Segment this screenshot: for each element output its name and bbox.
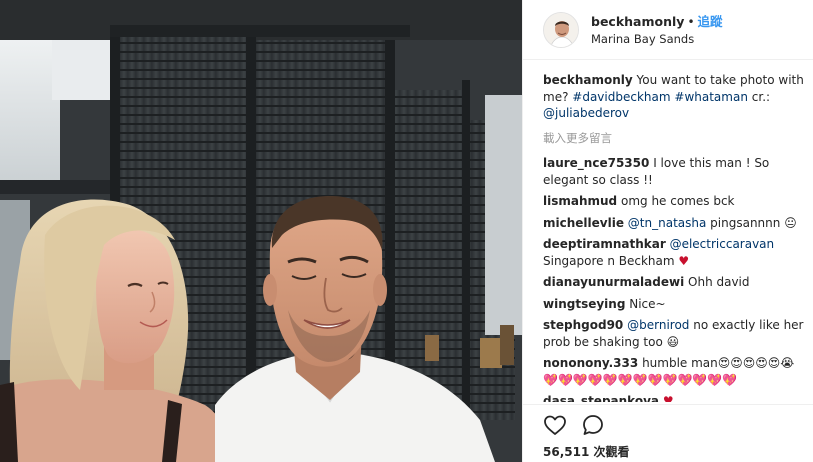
comment-bubble-icon[interactable]: [581, 413, 607, 439]
comment-item: dianayunurmaladewi Ohh david: [543, 274, 805, 291]
avatar-image: [544, 12, 578, 47]
comment-username[interactable]: nononony.333: [543, 356, 638, 370]
comment-text: omg he comes bck: [620, 194, 735, 208]
comment-item: nononony.333 humble man😍😍😍😍😍😭 💖💖💖💖💖💖💖💖💖💖…: [543, 355, 805, 388]
comment-item: michellevlie @tn_natasha pingsannnn 😐: [543, 215, 805, 232]
comment-username[interactable]: deeptiramnathkar: [543, 237, 666, 251]
comment-text: Singapore n Beckham: [543, 253, 675, 268]
comment-username[interactable]: lismahmud: [543, 194, 617, 208]
owner-username[interactable]: beckhamonly: [591, 14, 684, 29]
comment-text: pingsannnn 😐: [710, 215, 797, 230]
instagram-post-view: beckhamonly • 追蹤 Marina Bay Sands beckhamo…: [0, 0, 813, 462]
comment-username[interactable]: michellevlie: [543, 216, 624, 230]
comment-mention[interactable]: @electriccaravan: [670, 237, 775, 251]
heart-emoji-icon: ♥: [678, 253, 690, 268]
comment-item: stephgod90 @bernirod no exactly like her…: [543, 317, 805, 350]
view-count[interactable]: 56,511 次觀看: [543, 443, 630, 460]
caption-username[interactable]: beckhamonly: [543, 73, 633, 87]
comment-item: lismahmud omg he comes bck: [543, 193, 805, 210]
hearts-emoji-icon: 💖💖💖💖💖💖💖💖💖💖💖💖💖: [543, 372, 738, 387]
comment-item: wingtseying Nice~: [543, 296, 805, 313]
post-side-panel: beckhamonly • 追蹤 Marina Bay Sands beckhamo…: [522, 0, 813, 462]
post-header: beckhamonly • 追蹤 Marina Bay Sands: [523, 0, 813, 60]
comment-username[interactable]: stephgod90: [543, 318, 623, 332]
comment-text: Ohh david: [688, 275, 750, 289]
comments-list[interactable]: beckhamonly You want to take photo with …: [543, 72, 805, 402]
post-photo: [0, 0, 522, 462]
post-actions: 56,511 次觀看: [523, 404, 813, 462]
view-count-suffix: 次觀看: [593, 445, 630, 459]
comment-username[interactable]: dasa_stepankova: [543, 394, 659, 402]
comment-username[interactable]: wingtseying: [543, 297, 625, 311]
header-separator: •: [687, 14, 695, 29]
caption: beckhamonly You want to take photo with …: [543, 72, 805, 122]
follow-button[interactable]: 追蹤: [698, 14, 723, 29]
comment-mention[interactable]: @bernirod: [627, 318, 689, 332]
hashtag-whataman[interactable]: #whataman: [674, 90, 748, 104]
caption-mention[interactable]: @juliabederov: [543, 106, 629, 120]
comment-username[interactable]: dianayunurmaladewi: [543, 275, 684, 289]
location-link[interactable]: Marina Bay Sands: [591, 31, 723, 48]
load-more-comments[interactable]: 載入更多留言: [543, 130, 805, 147]
post-media[interactable]: [0, 0, 522, 462]
heart-outline-icon[interactable]: [543, 413, 569, 439]
comment-text: Nice~: [629, 296, 666, 311]
hashtag-davidbeckham[interactable]: #davidbeckham: [572, 90, 670, 104]
comment-item: deeptiramnathkar @electriccaravan Singap…: [543, 236, 805, 269]
comment-item: laure_nce75350 I love this man ! So eleg…: [543, 155, 805, 188]
action-icons: [543, 413, 619, 439]
caption-credit: cr.:: [751, 89, 771, 104]
avatar[interactable]: [543, 11, 579, 48]
header-text: beckhamonly • 追蹤 Marina Bay Sands: [591, 12, 723, 48]
heart-emoji-icon: ♥: [662, 394, 674, 402]
comment-mention[interactable]: @tn_natasha: [628, 216, 707, 230]
comment-text: humble man😍😍😍😍😍😭: [642, 356, 795, 370]
comment-username[interactable]: laure_nce75350: [543, 156, 649, 170]
comment-item: dasa_stepankova ♥: [543, 393, 805, 402]
view-count-number: 56,511: [543, 445, 590, 459]
